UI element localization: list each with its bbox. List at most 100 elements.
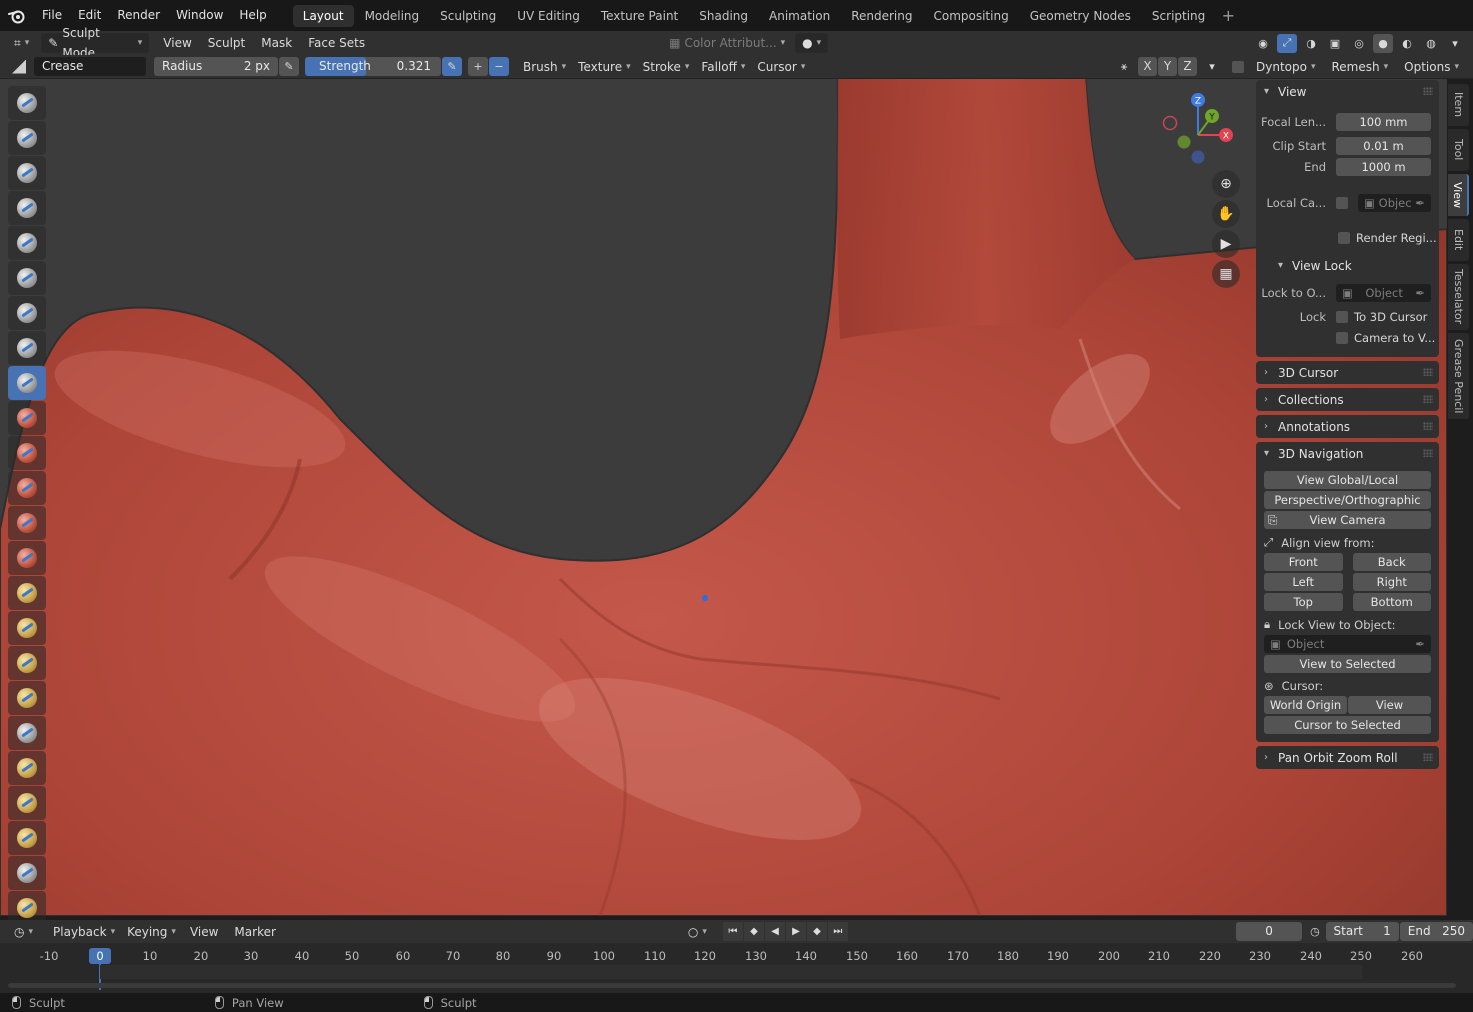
flatten-brush-tool[interactable]	[8, 436, 46, 470]
end-frame-field[interactable]: End 250	[1399, 922, 1473, 941]
view-to-selected-button[interactable]: View to Selected	[1264, 655, 1431, 673]
workspace-tab-texture-paint[interactable]: Texture Paint	[591, 5, 688, 27]
workspace-tab-shading[interactable]: Shading	[689, 5, 758, 27]
stroke-dropdown[interactable]: Stroke ▾	[637, 57, 696, 77]
blender-logo-icon[interactable]	[0, 0, 34, 31]
pan-orbit-zoom-roll-panel[interactable]: › Pan Orbit Zoom Roll	[1256, 746, 1439, 769]
smooth-brush-tool[interactable]	[8, 401, 46, 435]
timeline-ruler[interactable]: -10 0 10 20 30 40 50 60 70 80 90 100 110…	[0, 943, 1473, 993]
view-camera-button[interactable]: ⎘ View Camera	[1264, 511, 1431, 529]
pose-brush-tool[interactable]	[8, 751, 46, 785]
view-panel-header[interactable]: ▾ View	[1256, 80, 1439, 103]
chevron-down-icon[interactable]: ▾	[1445, 34, 1465, 53]
add-direction-button[interactable]: +	[468, 57, 488, 76]
crease-brush-tool[interactable]	[8, 366, 46, 400]
lock-to-object-field[interactable]: ▣ Object ✒	[1336, 284, 1431, 302]
view-back-button[interactable]: Back	[1352, 553, 1431, 571]
material-shading-icon[interactable]: ◐	[1397, 34, 1417, 53]
color-attribute-options-button[interactable]: ● ▾	[795, 33, 829, 53]
pinch-brush-tool[interactable]	[8, 576, 46, 610]
camera-view-icon[interactable]: ▶	[1212, 230, 1240, 258]
collections-panel[interactable]: › Collections	[1256, 388, 1439, 411]
workspace-tab-animation[interactable]: Animation	[759, 5, 840, 27]
cursor-view-button[interactable]: View	[1348, 696, 1431, 714]
rendered-shading-icon[interactable]: ◍	[1421, 34, 1441, 53]
jump-end-icon[interactable]: ⏭	[827, 922, 848, 941]
falloff-dropdown[interactable]: Falloff ▾	[695, 57, 751, 77]
workspace-tab-rendering[interactable]: Rendering	[841, 5, 922, 27]
mode-dropdown[interactable]: ✎ Sculpt Mode ▾	[41, 26, 150, 60]
tab-grease-pencil[interactable]: Grease Pencil	[1448, 333, 1469, 419]
draw-sharp-brush-tool[interactable]	[8, 121, 46, 155]
jump-start-icon[interactable]: ⏮	[722, 922, 743, 941]
tab-item[interactable]: Item	[1448, 84, 1469, 126]
brush-preview-icon[interactable]	[12, 59, 26, 74]
editor-type-button[interactable]: ⌗ ▾	[8, 33, 35, 53]
gizmo-neg-x-icon[interactable]	[1162, 115, 1178, 131]
timeline-editor-type-button[interactable]: ◷ ▾	[8, 922, 39, 942]
perspective-orthographic-button[interactable]: Perspective/Orthographic	[1264, 491, 1431, 509]
remesh-dropdown[interactable]: Remesh ▾	[1326, 57, 1395, 77]
drag-grip-icon[interactable]	[1423, 87, 1433, 95]
drag-grip-icon[interactable]	[1423, 395, 1433, 403]
symmetry-x-toggle[interactable]: X	[1138, 57, 1158, 76]
blob-brush-tool[interactable]	[8, 331, 46, 365]
menu-view[interactable]: View	[155, 33, 199, 53]
start-frame-field[interactable]: Start 1	[1325, 922, 1399, 941]
overlay-icon[interactable]: ◑	[1301, 34, 1321, 53]
workspace-tab-scripting[interactable]: Scripting	[1142, 5, 1215, 27]
snake-hook-brush-tool[interactable]	[8, 681, 46, 715]
timeline-menu-marker[interactable]: Marker	[226, 922, 283, 942]
menu-window[interactable]: Window	[168, 0, 231, 31]
zoom-icon[interactable]: ⊕	[1212, 170, 1240, 198]
eyedropper-icon[interactable]: ✒	[1415, 284, 1425, 302]
view-lock-header[interactable]: ▾ View Lock	[1256, 254, 1439, 277]
eyedropper-icon[interactable]: ✒	[1415, 635, 1425, 653]
options-dropdown[interactable]: Options ▾	[1398, 57, 1465, 77]
slide-relax-brush-tool[interactable]	[8, 856, 46, 890]
navigation-gizmo[interactable]: Z Y X	[1158, 90, 1238, 170]
draw-brush-tool[interactable]	[8, 86, 46, 120]
play-reverse-icon[interactable]: ◀	[764, 922, 785, 941]
drag-grip-icon[interactable]	[1423, 368, 1433, 376]
thumb-brush-tool[interactable]	[8, 716, 46, 750]
lock-view-object-field[interactable]: ▣ Object ✒	[1264, 635, 1431, 653]
pan-hand-icon[interactable]: ✋	[1212, 200, 1240, 228]
subtract-direction-button[interactable]: −	[489, 57, 509, 76]
xray-icon[interactable]: ▣	[1325, 34, 1345, 53]
annotations-panel[interactable]: › Annotations	[1256, 415, 1439, 438]
workspace-tab-layout[interactable]: Layout	[292, 4, 354, 27]
local-camera-checkbox[interactable]	[1336, 197, 1348, 209]
menu-sculpt[interactable]: Sculpt	[200, 33, 253, 53]
symmetry-z-toggle[interactable]: Z	[1178, 57, 1198, 76]
view-front-button[interactable]: Front	[1264, 553, 1343, 571]
next-keyframe-icon[interactable]: ◆	[806, 922, 827, 941]
tab-edit[interactable]: Edit	[1448, 219, 1469, 261]
nudge-brush-tool[interactable]	[8, 786, 46, 820]
add-workspace-button[interactable]: +	[1216, 6, 1240, 25]
play-icon[interactable]: ▶	[785, 922, 806, 941]
color-attribute-dropdown[interactable]: ▦ Color Attribut... ▾	[663, 33, 791, 53]
cursor-dropdown[interactable]: Cursor ▾	[751, 57, 811, 77]
cursor-to-selected-button[interactable]: Cursor to Selected	[1264, 716, 1431, 734]
dyntopo-checkbox[interactable]	[1232, 60, 1245, 73]
menu-help[interactable]: Help	[231, 0, 274, 31]
local-camera-field[interactable]: ▣ Objec ✒	[1358, 194, 1431, 212]
strength-slider[interactable]: Strength 0.321	[305, 57, 441, 76]
clay-strips-brush-tool[interactable]	[8, 191, 46, 225]
preview-range-icon[interactable]: ◷	[1306, 922, 1323, 941]
radius-slider[interactable]: Radius 2 px	[154, 57, 278, 76]
tab-tool[interactable]: Tool	[1448, 129, 1469, 171]
auto-keying-toggle[interactable]: ○ ▾	[682, 922, 713, 942]
workspace-tab-uv-editing[interactable]: UV Editing	[507, 5, 590, 27]
workspace-tab-geometry-nodes[interactable]: Geometry Nodes	[1020, 5, 1141, 27]
solid-shading-icon[interactable]: ●	[1373, 33, 1393, 53]
workspace-tab-modeling[interactable]: Modeling	[355, 5, 430, 27]
scrape-brush-tool[interactable]	[8, 506, 46, 540]
playback-dropdown[interactable]: Playback ▾	[47, 922, 121, 942]
menu-mask[interactable]: Mask	[253, 33, 300, 53]
view-right-button[interactable]: Right	[1352, 573, 1431, 591]
fill-brush-tool[interactable]	[8, 471, 46, 505]
timeline-menu-view[interactable]: View	[182, 922, 226, 942]
gizmo-neg-y-icon[interactable]	[1177, 135, 1191, 149]
